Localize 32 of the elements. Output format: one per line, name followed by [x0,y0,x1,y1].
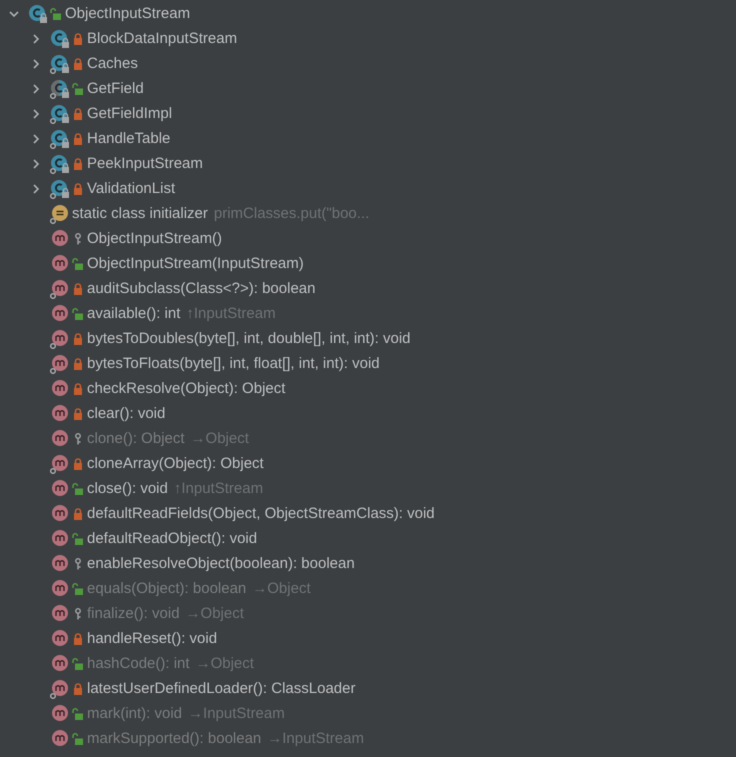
tree-item-label[interactable]: latestUserDefinedLoader(): ClassLoader [87,680,356,697]
chevron-icon[interactable] [31,158,41,168]
tree-item-label[interactable]: ObjectInputStream(InputStream) [87,255,304,272]
tree-item-label[interactable]: GetField [87,80,144,97]
tree-item-label[interactable]: checkResolve(Object): Object [87,380,286,397]
tree-item-label[interactable]: bytesToFloats(byte[], int, float[], int, int): void [87,355,380,372]
tree-item-label[interactable]: defaultReadFields(Object, ObjectStreamClass): void [87,505,435,522]
chevron-icon[interactable] [31,134,41,144]
tree-item-label[interactable]: close(): void [87,480,168,497]
tree-item-label[interactable]: clear(): void [87,405,166,422]
chevron-icon[interactable] [31,58,41,68]
chevron-icon[interactable] [31,34,41,44]
tree-item-label[interactable]: ObjectInputStream() [87,230,222,247]
chevron-icon[interactable] [31,108,41,118]
tree-item-label[interactable]: defaultReadObject(): void [87,530,258,547]
tree-item-label[interactable]: handleReset(): void [87,630,218,647]
tree-item-label[interactable]: ValidationList [87,180,176,197]
chevron-icon[interactable] [9,8,19,18]
tree-item-label[interactable]: static class initializer [72,205,208,222]
tree-item-label[interactable]: HandleTable [87,130,170,147]
tree-item-label[interactable]: PeekInputStream [87,155,203,172]
chevron-icon[interactable] [31,184,41,194]
tree-item-label[interactable]: bytesToDoubles(byte[], int, double[], int, int): void [87,330,411,347]
tree-item-label[interactable]: GetFieldImpl [87,105,172,122]
tree-item-label[interactable]: available(): int [87,305,180,322]
tree-item-label[interactable]: auditSubclass(Class<?>): boolean [87,280,316,297]
chevron-icon[interactable] [31,84,41,94]
tree-item-label[interactable]: enableResolveObject(boolean): boolean [87,555,355,572]
tree-item-label[interactable]: Caches [87,55,138,72]
tree-item-label[interactable]: ObjectInputStream [65,5,190,22]
tree-item-label[interactable]: BlockDataInputStream [87,30,238,47]
tree-item-label[interactable]: cloneArray(Object): Object [87,455,264,472]
